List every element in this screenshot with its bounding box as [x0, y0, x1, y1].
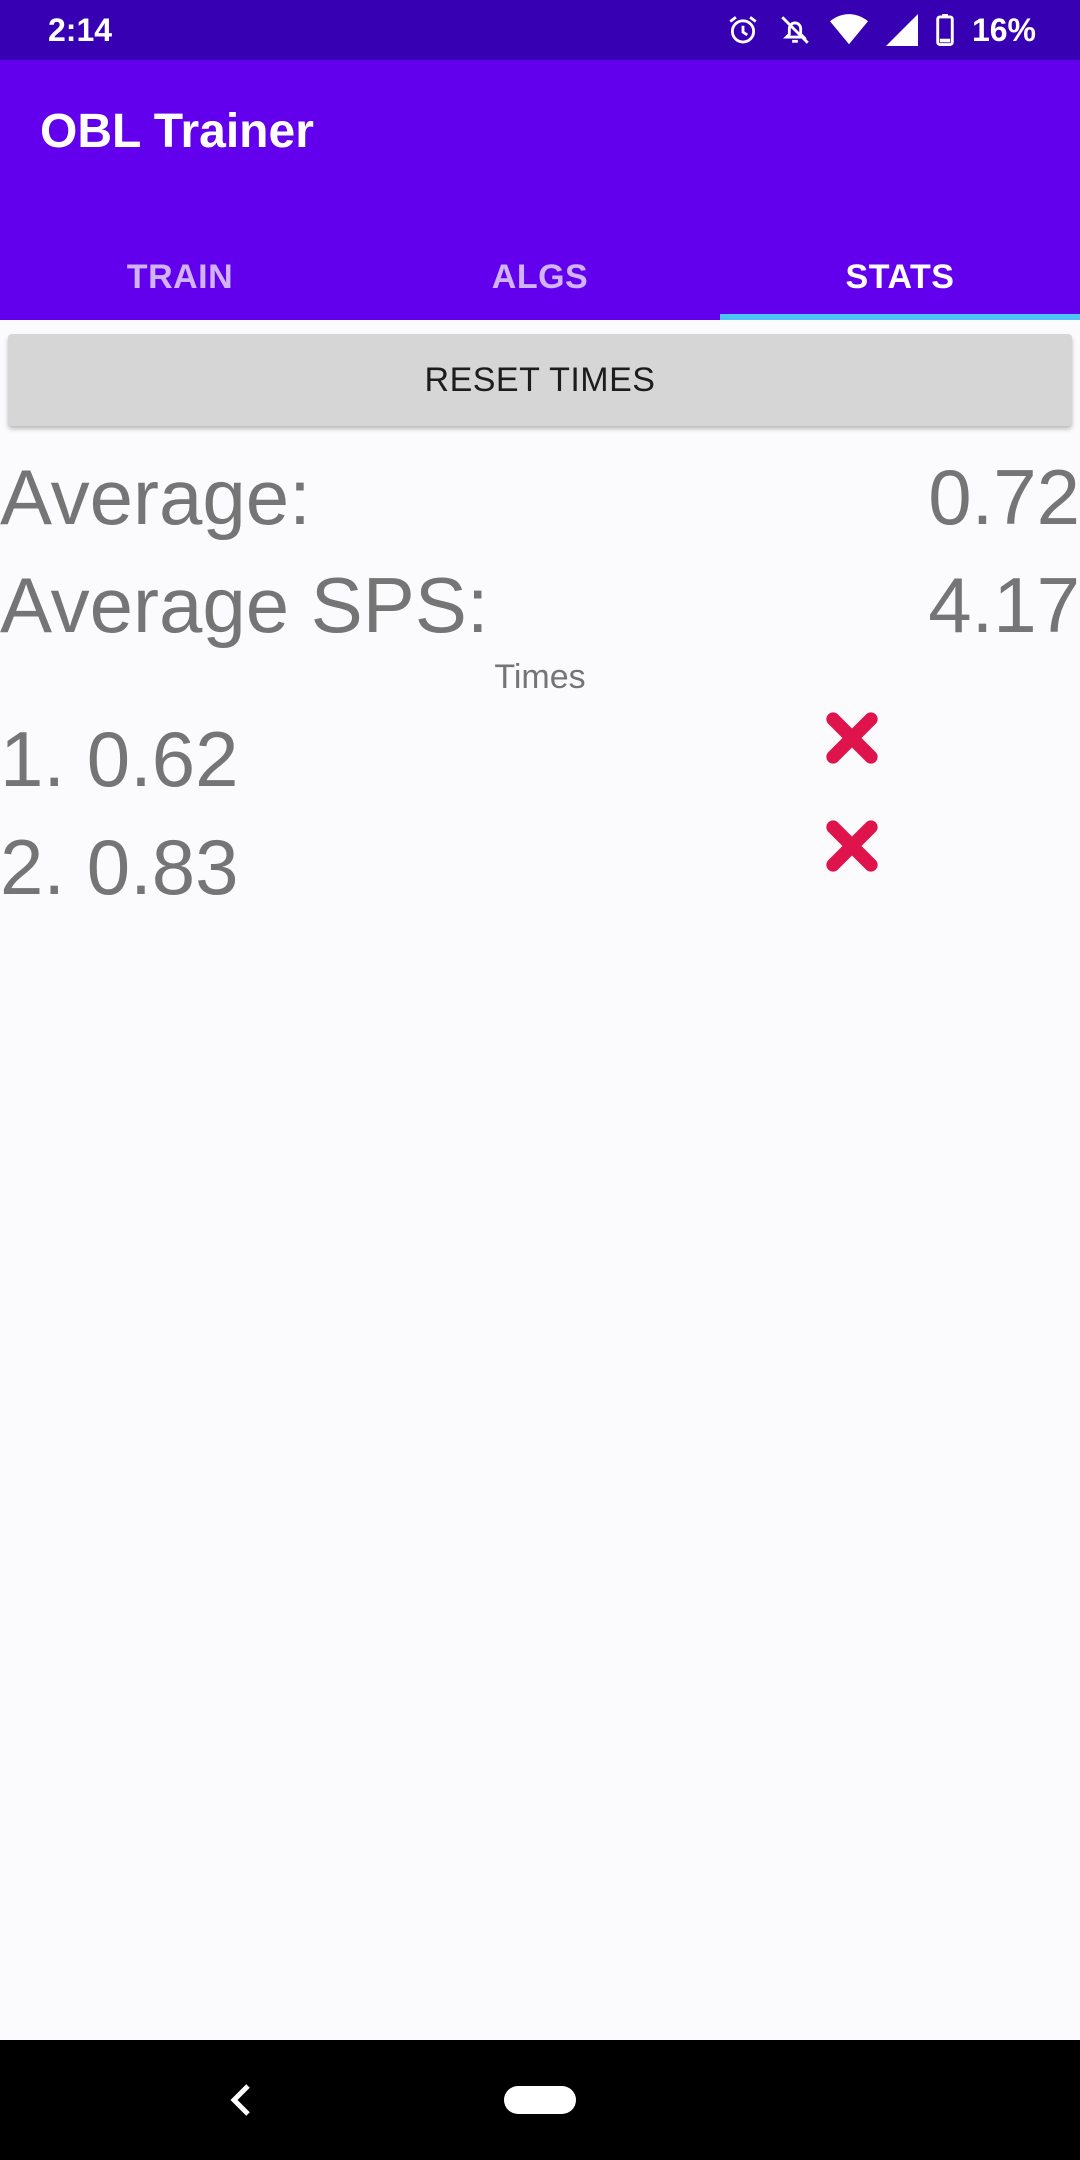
app-bar: OBL Trainer TRAIN ALGS STATS: [0, 60, 1080, 320]
navigation-bar: [0, 2040, 1080, 2160]
average-label: Average:: [0, 452, 311, 541]
time-entry-text: 2. 0.83: [0, 823, 239, 911]
app-title: OBL Trainer: [40, 105, 314, 158]
wifi-icon: [829, 14, 868, 46]
tab-stats[interactable]: STATS: [720, 234, 1080, 320]
reset-times-button[interactable]: RESET TIMES: [8, 334, 1072, 426]
time-entry-text: 1. 0.62: [0, 715, 239, 803]
average-value: 0.72: [928, 452, 1080, 541]
notifications-off-icon: [778, 13, 812, 47]
time-list-item: 2. 0.83: [0, 820, 1080, 912]
tab-train[interactable]: TRAIN: [0, 234, 360, 320]
tab-bar: TRAIN ALGS STATS: [0, 234, 1080, 320]
average-sps-label: Average SPS:: [0, 560, 489, 649]
average-sps-value: 4.17: [928, 560, 1080, 649]
tab-algs[interactable]: ALGS: [360, 234, 720, 320]
delete-time-button[interactable]: [820, 706, 884, 770]
home-pill-icon[interactable]: [504, 2086, 576, 2114]
close-icon: [826, 820, 878, 872]
status-bar: 2:14 16%: [0, 0, 1080, 60]
status-icons: 16%: [726, 12, 1036, 49]
battery-icon: [936, 14, 954, 46]
screen: 2:14 16% OBL Trainer TRAIN ALGS STATS RE…: [0, 0, 1080, 2160]
close-icon: [826, 712, 878, 764]
time-list-item: 1. 0.62: [0, 712, 1080, 804]
signal-icon: [885, 14, 918, 46]
average-row: Average: 0.72: [0, 452, 1080, 542]
average-sps-row: Average SPS: 4.17: [0, 560, 1080, 650]
alarm-icon: [726, 13, 760, 47]
battery-percent: 16%: [971, 11, 1036, 48]
delete-time-button[interactable]: [820, 814, 884, 878]
status-time: 2:14: [48, 11, 113, 48]
times-heading: Times: [494, 658, 586, 696]
back-icon[interactable]: [222, 2080, 262, 2120]
